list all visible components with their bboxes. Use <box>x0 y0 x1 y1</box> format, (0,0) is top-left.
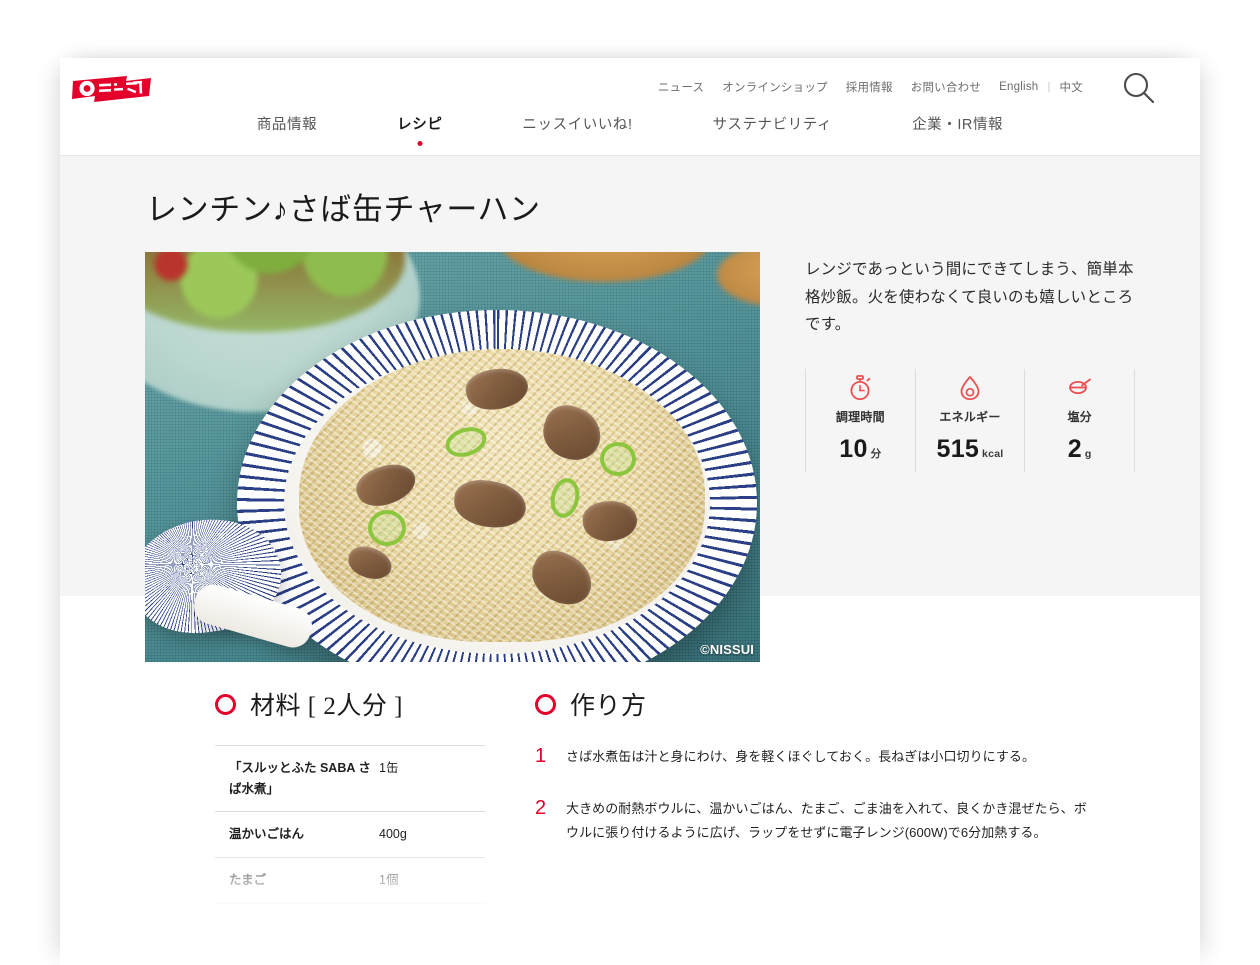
table-row: たまご 1個 <box>215 858 485 904</box>
nav-item-label: 企業・IR情報 <box>912 117 1004 133</box>
site-header: ニュース オンラインショップ 採用情報 お問い合わせ English | 中文 … <box>60 58 1200 156</box>
ingredient-qty: 1個 <box>379 872 399 887</box>
ingredients-heading-label: 材料 [ 2人分 ] <box>250 693 403 720</box>
page-title: レンチン♪さば缶チャーハン <box>146 192 541 227</box>
utility-nav-link-english[interactable]: English <box>990 81 1047 93</box>
stat-value-wrapper: 10 分 <box>806 435 915 464</box>
nav-item-recipes[interactable]: レシピ <box>357 113 482 146</box>
stat-unit: 分 <box>870 447 882 460</box>
salt-spoon-icon <box>1025 375 1134 401</box>
ingredient-name: 「スルッとふた SABA さば水煮」 <box>229 761 371 796</box>
search-button[interactable] <box>1120 69 1158 107</box>
nav-item-label: レシピ <box>397 117 443 133</box>
steps-heading-label: 作り方 <box>570 693 647 720</box>
ingredients-heading: 材料 [ 2人分 ] <box>215 686 485 722</box>
recipe-description: レンジであっという間にできてしまう、簡単本格炒飯。火を使わなくて良いのも嬉しいと… <box>805 261 1134 334</box>
ring-marker-icon <box>215 693 236 715</box>
stopwatch-icon <box>806 374 915 401</box>
list-item: 2 大きめの耐熱ボウルに、温かいごはん、たまご、ごま油を入れて、良くかき混ぜたら… <box>535 797 1090 845</box>
recipe-summary: レンジであっという間にできてしまう、簡単本格炒飯。火を使わなくて良いのも嬉しいと… <box>805 256 1135 472</box>
step-number: 2 <box>535 797 547 820</box>
table-row: 温かいごはん 400g <box>215 812 485 858</box>
utility-nav-link-contact[interactable]: お問い合わせ <box>902 79 990 95</box>
recipe-hero-section: レンチン♪さば缶チャーハン ©NISSUI レンジであっという間にできてしまう、… <box>60 156 1200 662</box>
stat-label: エネルギー <box>939 409 1001 424</box>
utility-nav-link-chinese[interactable]: 中文 <box>1051 79 1092 95</box>
stat-cooking-time: 調理時間 10 分 <box>806 369 915 472</box>
utility-nav-link-online-shop[interactable]: オンラインショップ <box>713 79 837 95</box>
stat-unit: kcal <box>982 447 1004 460</box>
ingredient-qty: 1缶 <box>379 761 399 775</box>
details-columns: 材料 [ 2人分 ] 「スルッとふた SABA さば水煮」 1缶 温かいごはん … <box>60 686 1200 904</box>
table-row: 「スルッとふた SABA さば水煮」 1缶 <box>215 746 485 813</box>
stat-label: 調理時間 <box>835 409 885 424</box>
steps-column: 作り方 1 さば水煮缶は汁と身にわけ、身を軽くほぐしておく。長ねぎは小口切りにす… <box>535 686 1090 904</box>
utility-nav-link-recruit[interactable]: 採用情報 <box>837 79 902 95</box>
stat-salt: 塩分 2g <box>1024 368 1134 472</box>
stat-unit: g <box>1084 447 1092 460</box>
nav-item-products[interactable]: 商品情報 <box>217 113 357 134</box>
ingredient-name: 温かいごはん <box>229 827 305 842</box>
ingredients-column: 材料 [ 2人分 ] 「スルッとふた SABA さば水煮」 1缶 温かいごはん … <box>215 686 485 904</box>
stat-value: 10 <box>839 434 868 463</box>
nav-active-dot <box>417 141 423 146</box>
stat-value: 2 <box>1067 434 1082 463</box>
stat-label: 塩分 <box>1067 409 1092 424</box>
stat-energy: エネルギー 515 kcal <box>914 368 1025 472</box>
step-number: 1 <box>535 745 547 767</box>
step-text: 大きめの耐熱ボウルに、温かいごはん、たまご、ごま油を入れて、良くかき混ぜたら、ボ… <box>566 801 1087 841</box>
nissui-logo[interactable] <box>70 74 154 106</box>
nav-item-nissui-iine[interactable]: ニッスイいいね! <box>482 113 672 134</box>
nav-item-label: サステナビリティ <box>712 117 833 133</box>
utility-nav: ニュース オンラインショップ 採用情報 お問い合わせ English | 中文 <box>649 79 1092 95</box>
ingredient-qty: 400g <box>379 827 407 842</box>
nissui-logo-mark <box>72 76 151 102</box>
photo-watermark: ©NISSUI <box>700 642 754 657</box>
stat-value-wrapper: 2g <box>1025 435 1134 464</box>
browser-page: ニュース オンラインショップ 採用情報 お問い合わせ English | 中文 … <box>60 58 1200 965</box>
nav-item-label: 商品情報 <box>256 117 318 133</box>
main-nav: 商品情報 レシピ ニッスイいいね! サステナビリティ 企業・IR情報 <box>60 113 1200 146</box>
nav-item-label: ニッスイいいね! <box>522 117 633 133</box>
nav-item-corporate-ir[interactable]: 企業・IR情報 <box>872 113 1043 134</box>
step-text: さば水煮缶は汁と身にわけ、身を軽くほぐしておく。長ねぎは小口切りにする。 <box>566 749 1036 764</box>
list-item: 1 さば水煮缶は汁と身にわけ、身を軽くほぐしておく。長ねぎは小口切りにする。 <box>535 745 1090 769</box>
stat-value-wrapper: 515 kcal <box>916 435 1025 464</box>
nav-item-sustainability[interactable]: サステナビリティ <box>673 113 872 134</box>
search-icon <box>1123 72 1155 104</box>
ingredient-name: たまご <box>229 872 267 887</box>
recipe-stats: 調理時間 10 分 エネルギー 515 kcal 塩分 2 g <box>805 368 1135 472</box>
utility-nav-link-news[interactable]: ニュース <box>649 79 713 95</box>
recipe-photo: ©NISSUI <box>145 252 760 662</box>
ring-marker-icon <box>535 693 556 715</box>
stat-value: 515 <box>936 434 980 463</box>
ingredients-table: 「スルッとふた SABA さば水煮」 1缶 温かいごはん 400g たまご 1個 <box>215 745 485 904</box>
screenshot-viewport: ニュース オンラインショップ 採用情報 お問い合わせ English | 中文 … <box>0 0 1260 965</box>
flame-drop-icon <box>916 375 1025 401</box>
steps-heading: 作り方 <box>535 686 1090 722</box>
recipe-photo-illustration <box>145 252 760 662</box>
